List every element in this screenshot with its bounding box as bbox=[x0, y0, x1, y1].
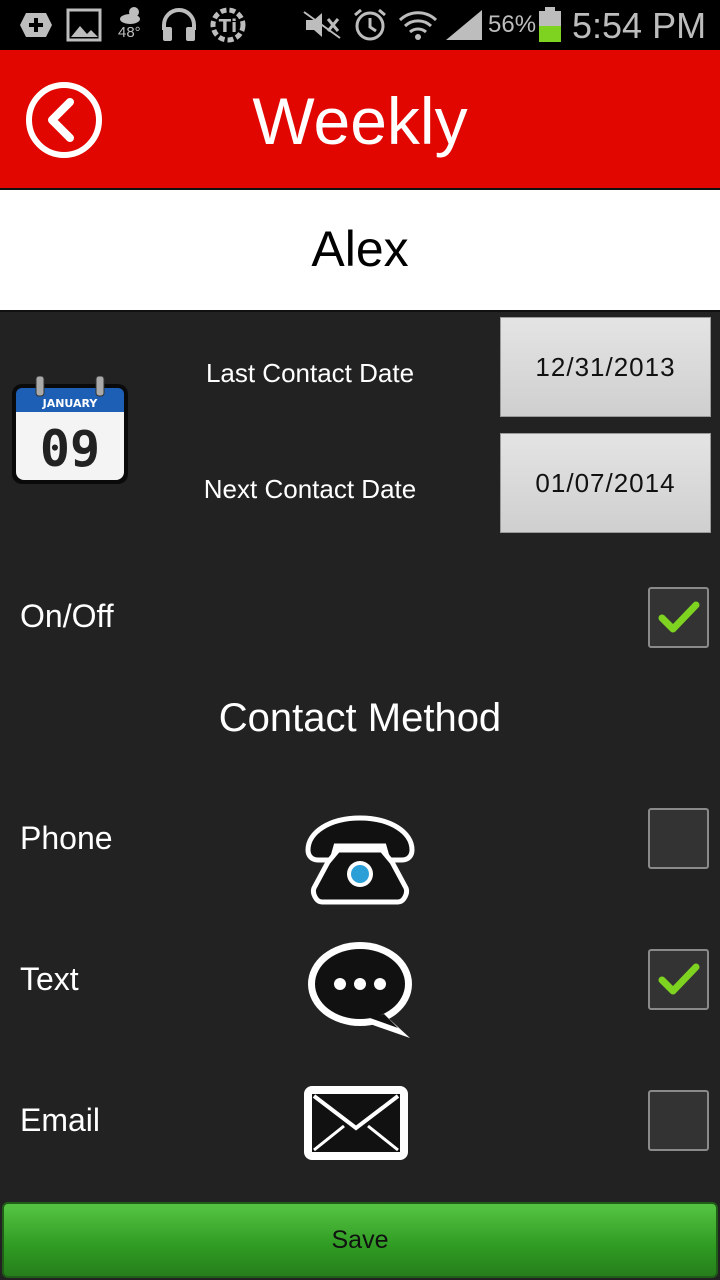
weather-icon bbox=[118, 4, 146, 26]
next-contact-date-button[interactable]: 01/07/2014 bbox=[500, 433, 711, 533]
phone-icon bbox=[300, 812, 420, 912]
on-off-checkbox[interactable] bbox=[648, 587, 709, 648]
last-contact-date-button[interactable]: 12/31/2013 bbox=[500, 317, 711, 417]
next-contact-date-label: Next Contact Date bbox=[203, 474, 417, 504]
checkmark-icon bbox=[658, 963, 699, 994]
headphones-icon bbox=[160, 8, 198, 42]
email-checkbox[interactable] bbox=[648, 1090, 709, 1151]
calendar-month: JANUARY bbox=[42, 397, 99, 410]
calendar-icon: JANUARY 09 bbox=[10, 375, 130, 486]
mute-icon bbox=[302, 8, 342, 42]
contact-name: Alex bbox=[311, 221, 409, 277]
app-icon: Ti bbox=[208, 7, 248, 43]
phone-label: Phone bbox=[20, 820, 113, 856]
status-bar: 48° Ti 56% 5:54 PM bbox=[0, 0, 720, 50]
last-contact-date-label: Last Contact Date bbox=[205, 358, 415, 388]
phone-checkbox[interactable] bbox=[648, 808, 709, 869]
svg-text:Ti: Ti bbox=[219, 16, 237, 37]
save-button[interactable]: Save bbox=[2, 1202, 718, 1278]
contact-name-bar: Alex bbox=[0, 190, 720, 312]
weather-temp: 48° bbox=[118, 24, 141, 41]
clock: 5:54 PM bbox=[572, 5, 707, 46]
checkmark-icon bbox=[658, 601, 699, 632]
add-icon bbox=[18, 8, 54, 42]
email-label: Email bbox=[20, 1102, 101, 1138]
battery-percent: 56% bbox=[488, 11, 537, 38]
message-icon bbox=[300, 938, 420, 1038]
alarm-icon bbox=[352, 8, 388, 42]
envelope-icon bbox=[300, 1082, 420, 1182]
signal-icon bbox=[444, 8, 484, 42]
contact-method-title: Contact Method bbox=[218, 696, 502, 740]
on-off-label: On/Off bbox=[20, 598, 114, 634]
text-checkbox[interactable] bbox=[648, 949, 709, 1010]
title-bar: Weekly bbox=[0, 50, 720, 190]
calendar-day: 09 bbox=[40, 420, 100, 478]
page-title: Weekly bbox=[252, 84, 468, 158]
wifi-icon bbox=[398, 8, 438, 42]
battery-icon bbox=[538, 7, 562, 42]
image-icon bbox=[66, 8, 102, 42]
text-label: Text bbox=[20, 961, 79, 997]
